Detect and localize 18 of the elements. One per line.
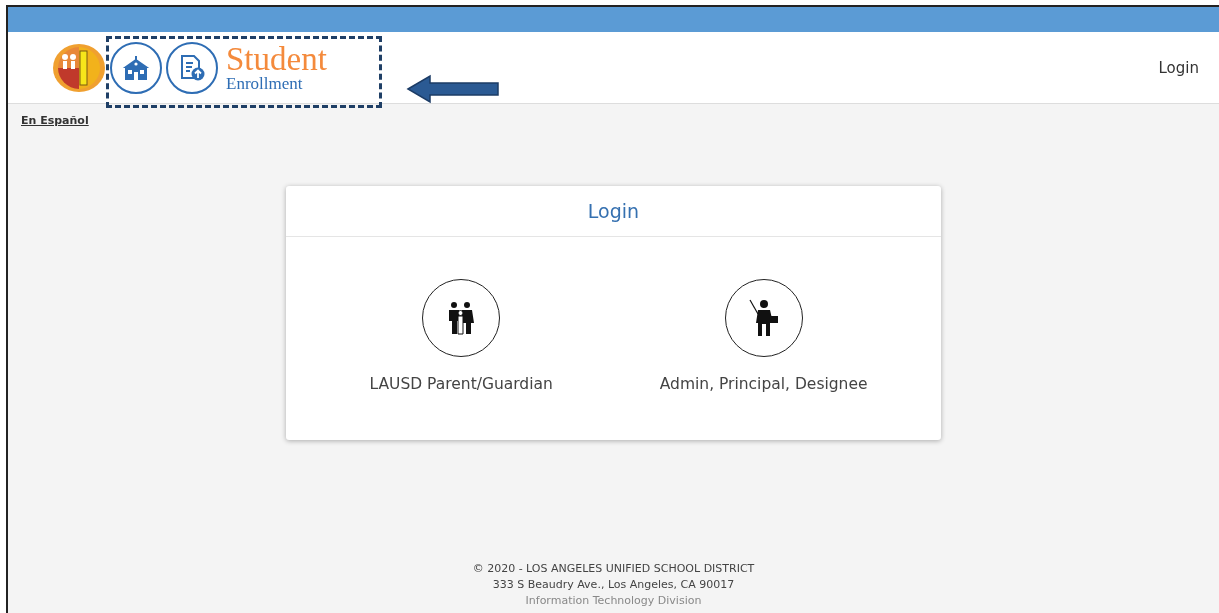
document-button[interactable]	[166, 41, 218, 94]
login-link[interactable]: Login	[1158, 58, 1199, 77]
family-icon	[446, 301, 477, 335]
school-icon	[122, 54, 150, 81]
login-option-button[interactable]: Admin, Principal, Designee	[659, 279, 868, 393]
footer-text: 333 S Beaudry Ave., Los Angeles, CA 90017	[492, 578, 735, 591]
teacher-icon	[747, 299, 780, 337]
language-link[interactable]: En Español	[21, 114, 89, 127]
document-upload-icon	[178, 53, 206, 82]
login-option-button[interactable]: LAUSD Parent/Guardian	[369, 279, 553, 393]
brand-subtitle: Enrollment	[226, 75, 304, 92]
arrow-icon	[406, 74, 500, 104]
card-title: Login	[286, 186, 941, 237]
district-seal-icon	[52, 42, 106, 93]
brand-title: Student	[226, 43, 327, 76]
footer-text: Information Technology Division	[525, 594, 702, 607]
school-button[interactable]	[110, 41, 162, 94]
footer-text: © 2020 - LOS ANGELES UNIFIED SCHOOL DISTRICT	[472, 562, 755, 575]
